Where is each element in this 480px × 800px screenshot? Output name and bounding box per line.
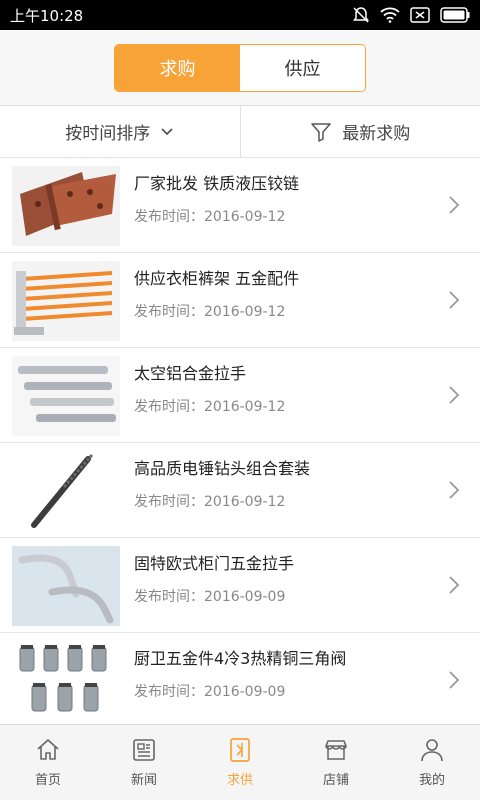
- chevron-right-icon: [448, 385, 460, 409]
- chevron-right-icon: [448, 290, 460, 314]
- trouser-rack-image: [12, 261, 120, 341]
- item-title: 厨卫五金件4冷3热精铜三角阀: [134, 649, 347, 668]
- item-date: 发布时间：2016-09-12: [134, 494, 286, 510]
- item-title: 高品质电锤钻头组合套装: [134, 459, 311, 478]
- hinge-image: [12, 166, 120, 246]
- nav-label: 新闻: [130, 773, 157, 788]
- nav-home[interactable]: 首页: [0, 725, 96, 800]
- item-date: 发布时间：2016-09-12: [134, 209, 286, 225]
- chevron-down-icon: [160, 127, 174, 137]
- sim-card-icon: [410, 7, 430, 23]
- latest-purchase-filter[interactable]: 最新求购: [241, 106, 480, 157]
- cabinet-handles-image: [12, 546, 120, 626]
- item-title: 太空铝合金拉手: [134, 364, 247, 383]
- mute-bell-icon: [352, 6, 370, 24]
- item-date: 发布时间：2016-09-12: [134, 304, 286, 320]
- home-icon: [35, 737, 61, 763]
- status-icons: [352, 6, 470, 24]
- chevron-right-icon: [448, 480, 460, 504]
- list-item[interactable]: 高品质电锤钻头组合套装 发布时间：2016-09-12: [0, 443, 480, 538]
- nav-supply-demand[interactable]: 求供: [192, 725, 288, 800]
- item-date: 发布时间：2016-09-09: [134, 589, 286, 605]
- sort-label: 按时间排序: [65, 124, 151, 144]
- wifi-icon: [380, 7, 400, 23]
- nav-profile[interactable]: 我的: [384, 725, 480, 800]
- item-title: 厂家批发 铁质液压铰链: [134, 174, 300, 193]
- nav-label: 求供: [226, 773, 253, 788]
- list-item[interactable]: 厨卫五金件4冷3热精铜三角阀 发布时间：2016-09-09: [0, 633, 480, 724]
- nav-label: 首页: [34, 773, 61, 788]
- battery-icon: [440, 7, 470, 23]
- chevron-right-icon: [448, 195, 460, 219]
- nav-news[interactable]: 新闻: [96, 725, 192, 800]
- sort-by-time-dropdown[interactable]: 按时间排序: [0, 106, 241, 157]
- tab-header: 求购 供应: [0, 30, 480, 106]
- shop-icon: [323, 737, 349, 763]
- list-item[interactable]: 厂家批发 铁质液压铰链 发布时间：2016-09-12: [0, 158, 480, 253]
- news-icon: [131, 737, 157, 763]
- purchase-list: 厂家批发 铁质液压铰链 发布时间：2016-09-12 供应衣柜裤架 五金配件 …: [0, 158, 480, 724]
- status-bar: 上午10:28: [0, 0, 480, 30]
- status-time: 上午10:28: [10, 6, 84, 25]
- nav-label: 店铺: [322, 773, 349, 788]
- chevron-right-icon: [448, 575, 460, 599]
- chevron-right-icon: [448, 670, 460, 694]
- filter-bar: 按时间排序 最新求购: [0, 106, 480, 158]
- supply-demand-icon: [227, 737, 253, 763]
- filter-label: 最新求购: [342, 124, 411, 144]
- nav-label: 我的: [418, 773, 445, 788]
- user-icon: [419, 737, 445, 763]
- drill-bit-image: [12, 451, 120, 531]
- list-item[interactable]: 固特欧式柜门五金拉手 发布时间：2016-09-09: [0, 538, 480, 633]
- item-date: 发布时间：2016-09-09: [134, 684, 286, 700]
- list-item[interactable]: 太空铝合金拉手 发布时间：2016-09-12: [0, 348, 480, 443]
- list-item[interactable]: 供应衣柜裤架 五金配件 发布时间：2016-09-12: [0, 253, 480, 348]
- nav-shop[interactable]: 店铺: [288, 725, 384, 800]
- item-title: 固特欧式柜门五金拉手: [134, 554, 295, 573]
- tab-supply[interactable]: 供应: [240, 45, 365, 91]
- item-date: 发布时间：2016-09-12: [134, 399, 286, 415]
- item-title: 供应衣柜裤架 五金配件: [134, 269, 300, 288]
- aluminum-handles-image: [12, 356, 120, 436]
- segmented-control: 求购 供应: [114, 44, 366, 92]
- tab-purchase[interactable]: 求购: [115, 45, 240, 91]
- funnel-icon: [310, 121, 332, 143]
- bottom-nav: 首页 新闻 求供 店铺 我的: [0, 724, 480, 800]
- angle-valves-image: [12, 641, 120, 721]
